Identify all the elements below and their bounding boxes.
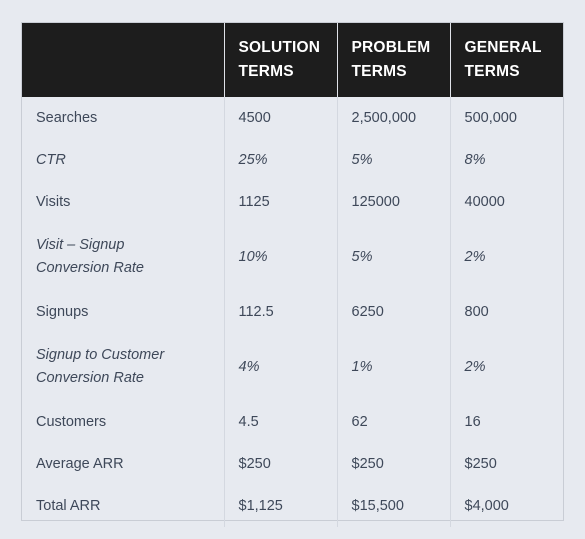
table-header-row: SOLUTION TERMS PROBLEM TERMS GENERAL TER…: [22, 23, 563, 98]
row-label-line-1: Visit – Signup: [36, 237, 125, 254]
row-value-general: $250: [464, 455, 497, 472]
table-row: Signup to Customer Conversion Rate 4% 1%…: [22, 333, 563, 402]
row-value-problem: 6250: [337, 291, 451, 334]
row-label-line-1: Searches: [36, 109, 98, 126]
table-row: Visit – Signup Conversion Rate 10% 5% 2%: [22, 223, 563, 292]
row-value-general: $4,000: [464, 497, 509, 514]
table-header-general-terms: GENERAL TERMS: [450, 23, 563, 98]
funnel-metrics-table: SOLUTION TERMS PROBLEM TERMS GENERAL TER…: [22, 23, 563, 528]
row-value-solution: 112.5: [224, 291, 338, 334]
row-value-general: 8%: [464, 151, 486, 168]
row-value-general: 2%: [464, 248, 486, 265]
row-value-general: 40000: [464, 193, 505, 210]
row-value-general: 500,000: [464, 109, 517, 126]
row-label-line-1: Total ARR: [36, 497, 101, 514]
table-header-solution-terms: SOLUTION TERMS: [224, 23, 338, 98]
row-value-general: 2%: [464, 358, 486, 375]
row-label-line-1: CTR: [36, 151, 66, 168]
funnel-metrics-table-container: SOLUTION TERMS PROBLEM TERMS GENERAL TER…: [21, 22, 564, 528]
row-label-line-1: Customers: [36, 413, 107, 430]
page-root: SOLUTION TERMS PROBLEM TERMS GENERAL TER…: [0, 0, 585, 539]
row-value-solution: 4%: [224, 333, 338, 402]
row-value-solution: $250: [224, 443, 338, 486]
row-value-solution: 4.5: [224, 401, 338, 444]
row-label: Searches: [22, 97, 225, 140]
table-row: Searches 4500 2,500,000 500,000: [22, 97, 563, 140]
table-row: Visits 1125 125000 40000: [22, 181, 563, 224]
row-value-problem: $250: [337, 443, 451, 486]
row-value-problem: 1%: [337, 333, 451, 402]
row-value-solution: 4500: [224, 97, 338, 140]
row-label-line-1: Visits: [36, 193, 71, 210]
row-label-line-2: Conversion Rate: [36, 370, 144, 387]
row-value-solution: 25%: [224, 139, 338, 182]
table-row: Customers 4.5 62 16: [22, 401, 563, 444]
row-label-line-1: Average ARR: [36, 455, 124, 472]
table-row: Signups 112.5 6250 800: [22, 291, 563, 334]
row-value-problem: $15,500: [337, 485, 451, 528]
row-value-problem: 125000: [337, 181, 451, 224]
table-header: SOLUTION TERMS PROBLEM TERMS GENERAL TER…: [22, 23, 563, 98]
row-label: Visit – Signup Conversion Rate: [22, 223, 225, 292]
row-label: CTR: [22, 139, 225, 182]
row-value-problem: 62: [337, 401, 451, 444]
row-value-solution: 10%: [224, 223, 338, 292]
row-value-general: 16: [464, 413, 481, 430]
row-label-line-1: Signups: [36, 303, 89, 320]
row-value-problem: 5%: [337, 223, 451, 292]
row-label: Total ARR: [22, 485, 225, 528]
row-value-problem: 5%: [337, 139, 451, 182]
row-value-problem: 2,500,000: [337, 97, 451, 140]
table-row: CTR 25% 5% 8%: [22, 139, 563, 182]
row-label-line-1: Signup to Customer: [36, 347, 165, 364]
table-header-problem-terms: PROBLEM TERMS: [337, 23, 451, 98]
row-label: Signup to Customer Conversion Rate: [22, 333, 225, 402]
table-row: Total ARR $1,125 $15,500 $4,000: [22, 485, 563, 528]
row-label: Visits: [22, 181, 225, 224]
row-label-line-2: Conversion Rate: [36, 260, 144, 277]
row-label: Average ARR: [22, 443, 225, 486]
row-value-solution: $1,125: [224, 485, 338, 528]
row-value-general: 800: [464, 303, 489, 320]
row-label: Signups: [22, 291, 225, 334]
row-value-solution: 1125: [224, 181, 338, 224]
table-body: Searches 4500 2,500,000 500,000 CTR 25% …: [22, 97, 563, 528]
table-row: Average ARR $250 $250 $250: [22, 443, 563, 486]
table-header-corner: [22, 23, 225, 98]
row-label: Customers: [22, 401, 225, 444]
